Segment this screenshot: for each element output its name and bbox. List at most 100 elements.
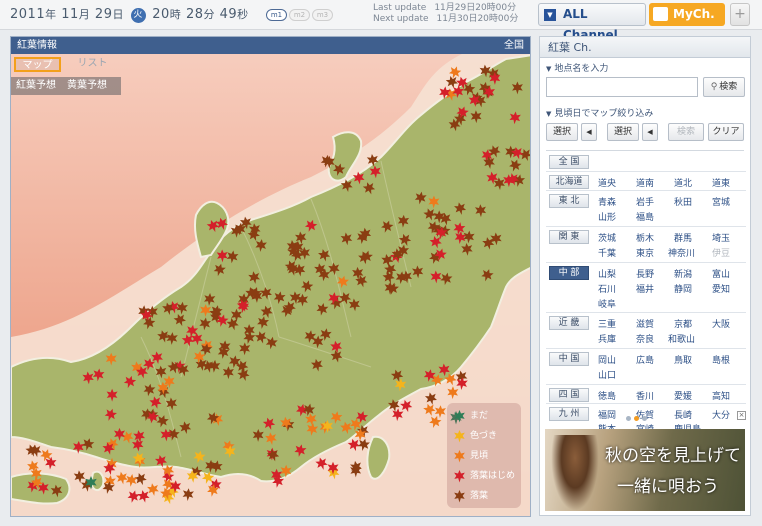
pref-link[interactable]: 山口 [598, 368, 616, 381]
carousel-dot[interactable] [626, 416, 631, 421]
ouyo-forecast-link[interactable]: 黄葉予想 [67, 77, 107, 95]
pref-link[interactable]: 秋田 [674, 195, 692, 208]
pref-link[interactable]: 福岡 [598, 408, 616, 421]
region-button-kinki[interactable]: 近 畿 [549, 316, 589, 330]
pref-link[interactable]: 静岡 [674, 282, 692, 295]
clock-hour-unit: 時 [169, 8, 182, 21]
carousel-dot[interactable] [642, 416, 647, 421]
region-button-shikoku[interactable]: 四 国 [549, 388, 589, 402]
filter-search-button[interactable]: 検索 [668, 123, 704, 141]
mode-pill-2[interactable]: m2 [289, 9, 310, 21]
legend-item-migoro: 見頃 [453, 447, 521, 467]
filter-select-end[interactable]: 選択 [607, 123, 639, 141]
mode-pill-3[interactable]: m3 [312, 9, 333, 21]
pref-link[interactable]: 広島 [636, 353, 654, 366]
pref-link[interactable]: 和歌山 [668, 332, 695, 345]
add-channel-button[interactable]: + [730, 3, 750, 26]
region-button-hokkaido[interactable]: 北海道 [549, 175, 589, 189]
pref-link[interactable]: 京都 [674, 317, 692, 330]
pref-link[interactable]: 奈良 [636, 332, 654, 345]
forecast-links: 紅葉予想 黄葉予想 [11, 77, 121, 95]
region-list: 全 国 北海道 道央 道南 道北 道東 東 北 青森 岩手 秋田 宮城 山形 福… [546, 152, 746, 438]
pref-link[interactable]: 愛媛 [674, 389, 692, 402]
pref-link[interactable]: 岩手 [636, 195, 654, 208]
ad-banner[interactable]: 秋の空を見上げて 一緒に唄おう [545, 429, 745, 511]
pref-link[interactable]: 群馬 [674, 231, 692, 244]
pref-link[interactable]: 愛知 [712, 282, 730, 295]
pref-link[interactable]: 栃木 [636, 231, 654, 244]
map-region-label[interactable]: 全国 [504, 37, 524, 54]
pref-link[interactable]: 茨城 [598, 231, 616, 244]
map-header: 紅葉情報 全国 [11, 37, 530, 54]
pref-link[interactable]: 三重 [598, 317, 616, 330]
pref-link[interactable]: 石川 [598, 282, 616, 295]
pref-link[interactable]: 埼玉 [712, 231, 730, 244]
pref-link[interactable]: 岐阜 [598, 297, 616, 310]
region-button-kyushu[interactable]: 九 州 [549, 407, 589, 421]
legend-label: 見頃 [470, 451, 489, 461]
filter-arrow-start[interactable]: ◀ [581, 123, 597, 141]
carousel-dot-active[interactable] [634, 416, 639, 421]
pref-link[interactable]: 宮城 [712, 195, 730, 208]
region-row-chubu: 中 部 山梨 長野 新潟 富山 石川 福井 静岡 愛知 岐阜 [546, 263, 746, 313]
mode-pill-1[interactable]: m1 [266, 9, 287, 21]
pref-link[interactable]: 大阪 [712, 317, 730, 330]
my-channel-tab[interactable]: MyCh. [649, 3, 725, 26]
pref-link[interactable]: 道南 [636, 176, 654, 189]
search-row: ⚲ 検索 [546, 77, 745, 99]
side-panel: 紅葉 Ch. ▼ 地点名を入力 ⚲ 検索 ▼ 見頃日でマップ絞り込み 選択 ◀ 選択 … [539, 36, 751, 516]
last-update-label: Last update [373, 3, 427, 13]
region-button-chubu[interactable]: 中 部 [549, 266, 589, 280]
my-channel-label: MyCh. [673, 7, 715, 21]
pref-link[interactable]: 道北 [674, 176, 692, 189]
pref-link[interactable]: 香川 [636, 389, 654, 402]
pref-link[interactable]: 長崎 [674, 408, 692, 421]
location-search-input[interactable] [546, 77, 698, 97]
tv-icon [653, 7, 668, 21]
pref-link[interactable]: 山形 [598, 210, 616, 223]
pref-link[interactable]: 神奈川 [668, 246, 695, 259]
pref-link[interactable]: 長野 [636, 267, 654, 280]
clock-month: 11 [61, 7, 79, 22]
pref-link[interactable]: 福井 [636, 282, 654, 295]
weekday-badge: 火 [130, 8, 146, 23]
pref-link[interactable]: 富山 [712, 267, 730, 280]
search-button[interactable]: ⚲ 検索 [703, 77, 745, 97]
close-icon[interactable]: × [737, 411, 746, 420]
clock-second-unit: 秒 [237, 8, 249, 21]
filter-arrow-end[interactable]: ◀ [642, 123, 658, 141]
pref-link[interactable]: 大分 [712, 408, 730, 421]
tab-map[interactable]: マップ [14, 57, 61, 72]
pref-link[interactable]: 新潟 [674, 267, 692, 280]
pref-link[interactable]: 道東 [712, 176, 730, 189]
region-button-all[interactable]: 全 国 [549, 155, 589, 169]
region-row-hokkaido: 北海道 道央 道南 道北 道東 [546, 172, 746, 191]
pref-link[interactable]: 鳥取 [674, 353, 692, 366]
pref-link[interactable]: 徳島 [598, 389, 616, 402]
pref-link[interactable]: 道央 [598, 176, 616, 189]
pref-link[interactable]: 福島 [636, 210, 654, 223]
region-button-chugoku[interactable]: 中 国 [549, 352, 589, 366]
legend-label: まだ [470, 411, 489, 421]
pref-link[interactable]: 高知 [712, 389, 730, 402]
pref-link[interactable]: 岡山 [598, 353, 616, 366]
region-button-kanto[interactable]: 関 東 [549, 230, 589, 244]
all-channel-tab[interactable]: ▼ ALL Channel [538, 3, 646, 42]
tab-list[interactable]: リスト [64, 57, 121, 72]
next-update-label: Next update [373, 14, 429, 24]
koyo-forecast-link[interactable]: 紅葉予想 [16, 77, 56, 95]
filter-clear-button[interactable]: クリア [708, 123, 744, 141]
pref-link[interactable]: 千葉 [598, 246, 616, 259]
pref-link[interactable]: 滋賀 [636, 317, 654, 330]
pref-link[interactable]: 東京 [636, 246, 654, 259]
pref-link[interactable]: 青森 [598, 195, 616, 208]
pref-link[interactable]: 兵庫 [598, 332, 616, 345]
filter-select-start[interactable]: 選択 [546, 123, 578, 141]
last-update-value: 11月29日20時00分 [434, 3, 517, 13]
pref-link[interactable]: 島根 [712, 353, 730, 366]
legend-item-mada: まだ [453, 407, 521, 427]
legend-label: 落葉はじめ [470, 471, 516, 481]
region-button-tohoku[interactable]: 東 北 [549, 194, 589, 208]
map-legend: まだ 色づき 見頃 落葉はじめ 落葉 [447, 403, 521, 508]
pref-link[interactable]: 山梨 [598, 267, 616, 280]
